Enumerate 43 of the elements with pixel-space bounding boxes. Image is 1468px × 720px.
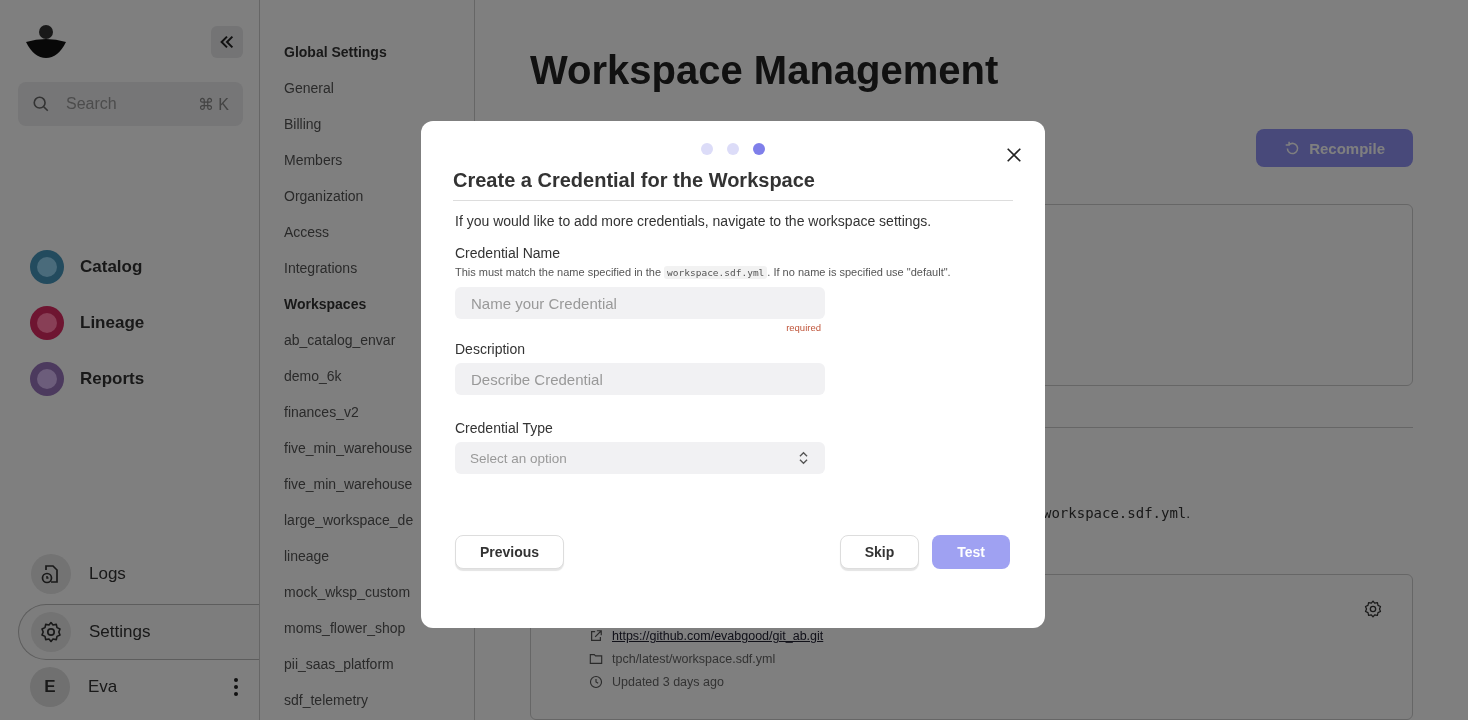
nav-item[interactable]: Catalog [30, 250, 259, 284]
folder-icon [589, 652, 603, 666]
dialog-description: If you would like to add more credentials, navigate to the workspace settings. [455, 213, 933, 229]
nav-item[interactable]: Logs [18, 546, 259, 602]
close-icon [1005, 146, 1023, 164]
settings-link[interactable]: sdf_telemetry [284, 682, 474, 718]
required-hint: required [786, 322, 821, 333]
page-title: Workspace Management [530, 48, 1000, 93]
collapse-button[interactable] [211, 26, 243, 58]
input-field[interactable]: Name your Credential [455, 287, 825, 319]
settings-link[interactable]: General [284, 70, 474, 106]
user-name: Eva [88, 677, 119, 697]
search-icon [32, 95, 50, 113]
file-path: tpch/latest/workspace.sdf.yml [612, 652, 776, 666]
nav-item[interactable]: Lineage [30, 306, 259, 340]
close-button[interactable] [1005, 146, 1023, 164]
skip-button[interactable]: Skip [839, 535, 920, 569]
double-chevron-left-icon [218, 33, 236, 51]
field-label: Credential Type [455, 420, 554, 436]
chevron-up-down-icon [798, 450, 809, 466]
input-field[interactable]: Describe Credential [455, 363, 825, 395]
updated-time: Updated 3 days ago [612, 675, 724, 689]
settings-icon[interactable] [1363, 599, 1383, 619]
more-button[interactable] [231, 675, 241, 699]
nav-item[interactable]: Settings [18, 604, 259, 660]
dialog-title: Create a Credential for the Workspace [453, 169, 816, 192]
field-label: Description [455, 341, 527, 357]
note-text: workspace.sdf.yml. [1043, 505, 1191, 521]
field-label: Credential Name [455, 245, 562, 261]
settings-link[interactable]: pii_saas_platform [284, 646, 474, 682]
external-link-icon [589, 629, 603, 643]
logo-icon [24, 24, 68, 60]
settings-icon [39, 620, 63, 644]
previous-button[interactable]: Previous [455, 535, 565, 569]
field-help: This must match the name specified in the workspace.sdf.yml . If no name is specified use "default". [455, 265, 952, 281]
clock-icon [589, 675, 603, 689]
select-field[interactable]: Select an option [455, 442, 825, 474]
user-avatar: E [30, 667, 70, 707]
nav-item[interactable]: Reports [30, 362, 259, 396]
kebab-menu-icon [233, 677, 239, 697]
section-heading: Workspaces [284, 295, 368, 314]
section-heading: Global Settings [284, 43, 388, 62]
repository-link[interactable]: https://github.com/evabgood/git_ab.git [612, 629, 824, 643]
